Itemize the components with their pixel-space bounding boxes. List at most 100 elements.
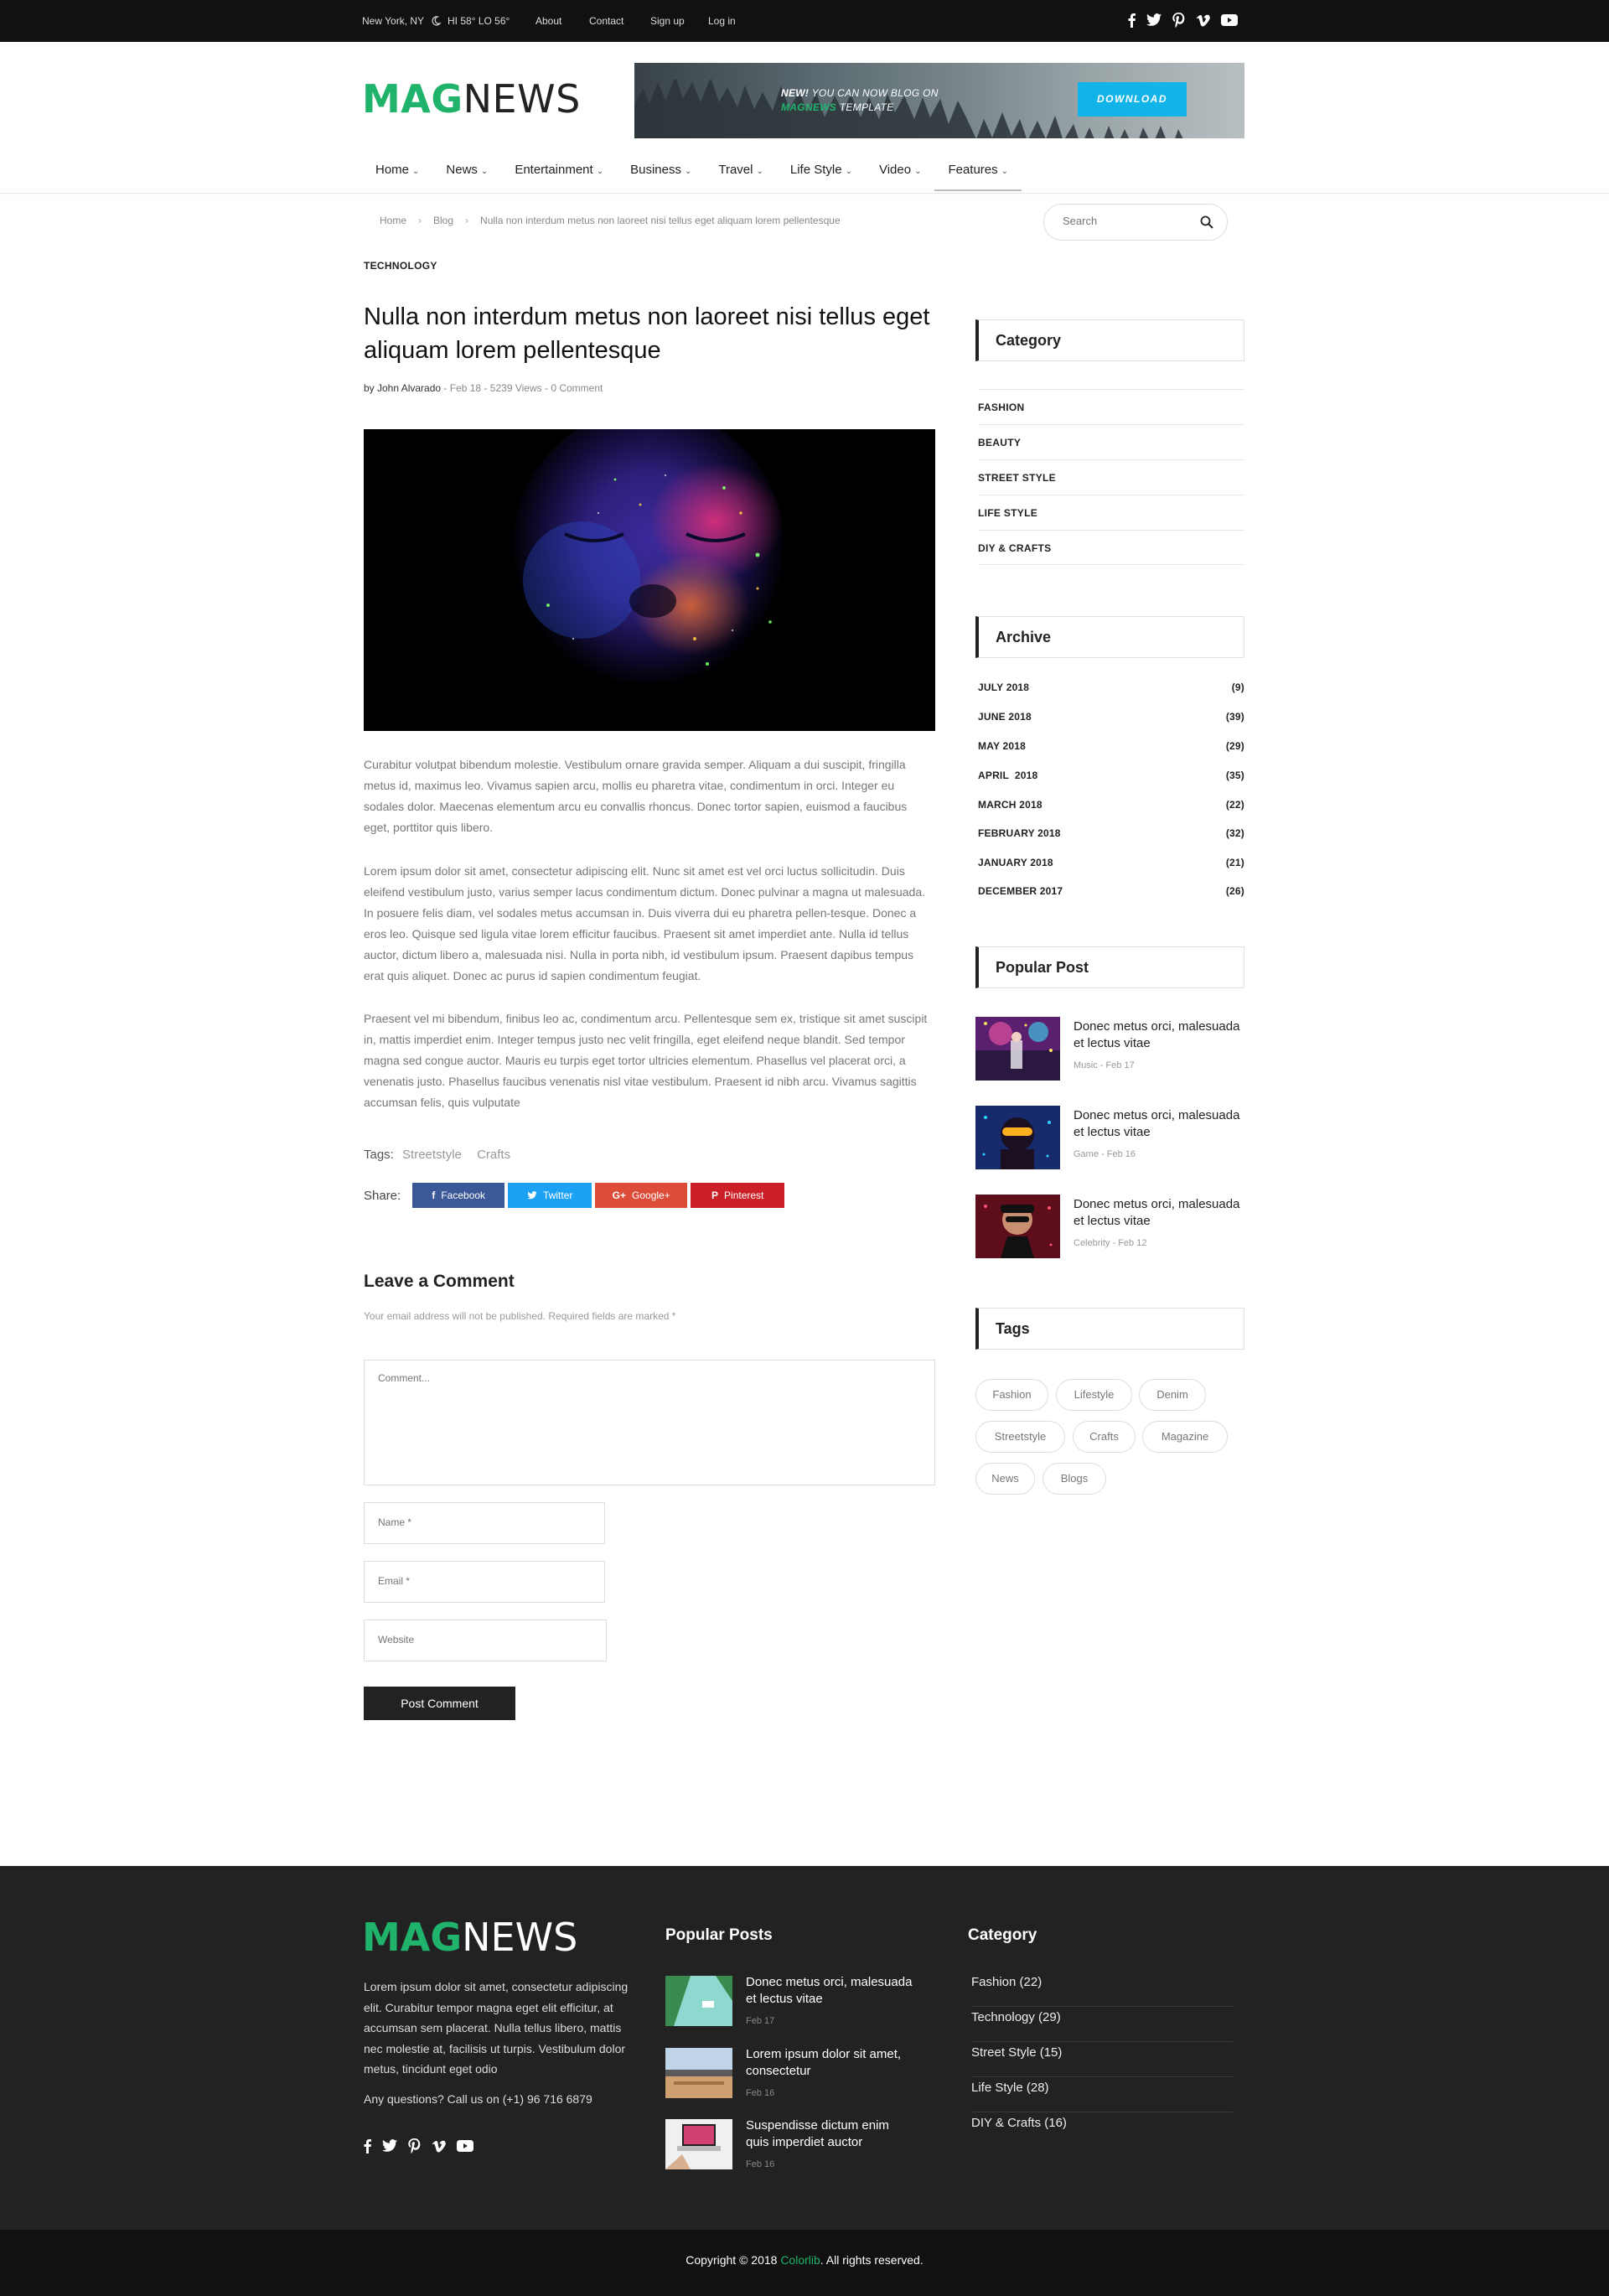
archive-count: (32) [1225,827,1244,839]
article-author[interactable]: by John Alvarado [364,382,441,394]
footer-category-item[interactable]: Technology (29) [971,2007,1233,2042]
nav-item-features[interactable]: Features ⌄ [934,156,1022,191]
nav-item-video[interactable]: Video ⌄ [866,156,934,191]
sidebar-tag[interactable]: Lifestyle [1056,1379,1132,1411]
name-field-wrap [364,1502,605,1544]
archive-item[interactable]: MAY 2018 (29) [978,740,1244,752]
footer-popular-post[interactable]: Suspendisse dictum enim quis imperdiet a… [665,2117,917,2169]
website-field[interactable] [378,1634,587,1646]
footer-category-item[interactable]: DIY & Crafts (16) [971,2112,1233,2148]
youtube-icon[interactable] [457,2140,473,2152]
share-googleplus-button[interactable]: G+ Google+ [595,1183,688,1208]
logo[interactable]: MAGNEWS [362,75,581,122]
twitter-icon[interactable] [382,2139,397,2153]
sidebar-category-title: Category [975,319,1244,361]
download-button[interactable]: DOWNLOAD [1078,82,1187,117]
nav-item-entertainment[interactable]: Entertainment ⌄ [501,156,617,191]
footer-post-title[interactable]: Donec metus orci, malesuada et lectus vi… [746,1974,913,2008]
nav-item-travel[interactable]: Travel ⌄ [705,156,777,191]
breadcrumb-blog[interactable]: Blog [433,215,453,226]
topbar-link-signup[interactable]: Sign up [650,0,685,42]
nav-item-lifestyle[interactable]: Life Style ⌄ [777,156,866,191]
footer-category-item[interactable]: Street Style (15) [971,2042,1233,2077]
sidebar-tag[interactable]: Crafts [1073,1421,1136,1453]
share-pinterest-button[interactable]: P Pinterest [691,1183,785,1208]
archive-item[interactable]: JULY 2018 (9) [978,682,1244,693]
popular-post-thumbnail[interactable] [975,1195,1060,1258]
pinterest-icon[interactable] [408,2138,421,2153]
popular-post-title[interactable]: Donec metus orci, malesuada et lectus vi… [1074,1018,1245,1052]
facebook-icon[interactable] [364,2138,371,2153]
email-field[interactable] [378,1575,587,1587]
footer-category-item[interactable]: Fashion (22) [971,1972,1233,2007]
footer-post-title[interactable]: Suspendisse dictum enim quis imperdiet a… [746,2117,913,2151]
popular-post-category[interactable]: Game [1074,1149,1099,1159]
footer-post-thumbnail[interactable] [665,2119,732,2169]
footer-post-thumbnail[interactable] [665,2048,732,2098]
search-input[interactable] [1063,215,1188,227]
twitter-icon[interactable] [1146,13,1161,27]
youtube-icon[interactable] [1221,14,1238,26]
popular-post-category[interactable]: Music [1074,1060,1098,1070]
topbar-link-contact[interactable]: Contact [589,0,623,42]
pinterest-icon[interactable] [1172,13,1185,28]
facebook-icon[interactable] [1128,13,1136,28]
archive-item[interactable]: JUNE 2018 (39) [978,711,1244,723]
article-comments[interactable]: 0 Comment [551,382,603,394]
name-field[interactable] [378,1516,587,1528]
sidebar-category-streetstyle[interactable]: STREET STYLE [978,459,1244,495]
popular-post[interactable]: Donec metus orci, malesuada et lectus vi… [975,1017,1244,1081]
share-twitter-button[interactable]: Twitter [508,1183,592,1208]
tag-link[interactable]: Streetstyle [402,1148,462,1162]
archive-month: MARCH 2018 [978,799,1042,811]
sidebar-tag[interactable]: Denim [1139,1379,1206,1411]
sidebar-category-beauty[interactable]: BEAUTY [978,424,1244,459]
footer-category-item[interactable]: Life Style (28) [971,2077,1233,2112]
share-facebook-button[interactable]: f Facebook [412,1183,505,1208]
archive-item[interactable]: DECEMBER 2017 (26) [978,885,1244,897]
footer-popular-post[interactable]: Donec metus orci, malesuada et lectus vi… [665,1974,917,2026]
tag-link[interactable]: Crafts [477,1148,510,1162]
sidebar-tag[interactable]: Streetstyle [975,1421,1065,1453]
archive-item[interactable]: FEBRUARY 2018 (32) [978,827,1244,839]
post-comment-button[interactable]: Post Comment [364,1687,515,1720]
colorlib-link[interactable]: Colorlib [780,2253,820,2267]
topbar-link-login[interactable]: Log in [708,0,736,42]
comment-textarea[interactable] [378,1372,914,1473]
search-icon[interactable] [1200,215,1213,233]
sidebar-category-diy[interactable]: DIY & CRAFTS [978,530,1244,565]
meta-separator: - [443,382,450,394]
sidebar-tag[interactable]: News [975,1463,1035,1495]
footer-logo[interactable]: MAGNEWS [362,1914,577,1961]
footer-post-title[interactable]: Lorem ipsum dolor sit amet, consectetur [746,2046,913,2080]
nav-item-home[interactable]: Home ⌄ [362,156,432,191]
archive-item[interactable]: APRIL 2018 (35) [978,770,1244,781]
popular-post-title[interactable]: Donec metus orci, malesuada et lectus vi… [1074,1107,1245,1141]
popular-post-title[interactable]: Donec metus orci, malesuada et lectus vi… [1074,1196,1245,1230]
sidebar-category-lifestyle[interactable]: LIFE STYLE [978,495,1244,530]
archive-item[interactable]: MARCH 2018 (22) [978,799,1244,811]
article-category[interactable]: TECHNOLOGY [364,260,437,272]
sidebar-tag[interactable]: Magazine [1142,1421,1228,1453]
sidebar-category-fashion[interactable]: FASHION [978,389,1244,424]
logo-mag: MAG [362,1915,463,1960]
popular-post[interactable]: Donec metus orci, malesuada et lectus vi… [975,1195,1244,1258]
vimeo-icon[interactable] [1196,14,1210,27]
sidebar-tag[interactable]: Fashion [975,1379,1048,1411]
website-field-wrap [364,1620,607,1661]
nav-item-news[interactable]: News ⌄ [432,156,501,191]
nav-item-business[interactable]: Business ⌄ [617,156,705,191]
archive-item[interactable]: JANUARY 2018 (21) [978,857,1244,868]
footer-popular-post[interactable]: Lorem ipsum dolor sit amet, consectetur … [665,2046,917,2098]
breadcrumb-home[interactable]: Home [380,215,406,226]
ad-banner[interactable]: NEW! YOU CAN NOW BLOG ON MAGNEWS TEMPLAT… [634,63,1244,138]
vimeo-icon[interactable] [432,2140,446,2153]
popular-post[interactable]: Donec metus orci, malesuada et lectus vi… [975,1106,1244,1169]
sidebar-tag[interactable]: Blogs [1042,1463,1106,1495]
popular-post-thumbnail[interactable] [975,1017,1060,1081]
footer-post-thumbnail[interactable] [665,1976,732,2026]
share-label-text: Pinterest [724,1189,764,1201]
popular-post-thumbnail[interactable] [975,1106,1060,1169]
popular-post-category[interactable]: Celebrity [1074,1238,1110,1248]
topbar-link-about[interactable]: About [535,0,561,42]
